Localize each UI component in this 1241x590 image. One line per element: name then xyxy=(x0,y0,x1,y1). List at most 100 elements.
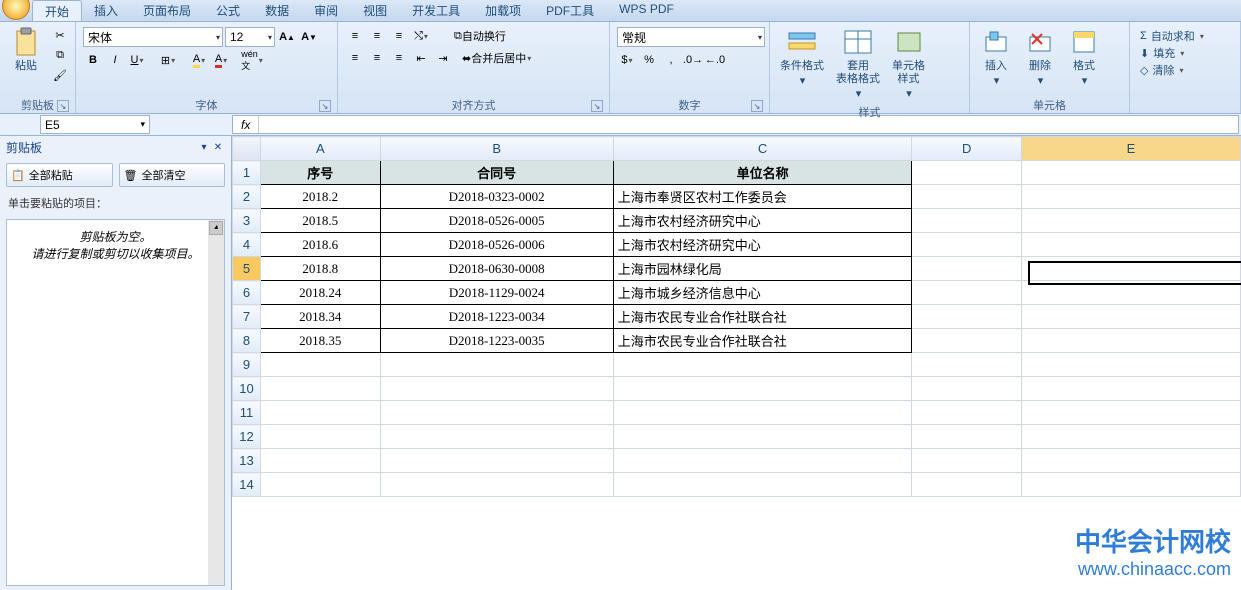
cell-C8[interactable]: 上海市农民专业合作社联合社 xyxy=(613,329,912,353)
cell-B9[interactable] xyxy=(380,353,613,377)
cell-D3[interactable] xyxy=(912,209,1022,233)
col-header-A[interactable]: A xyxy=(260,137,380,161)
cell-B8[interactable]: D2018-1223-0035 xyxy=(380,329,613,353)
cell-C12[interactable] xyxy=(613,425,912,449)
col-header-E[interactable]: E xyxy=(1021,137,1240,161)
row-header-6[interactable]: 6 xyxy=(233,281,261,305)
cell-A14[interactable] xyxy=(260,473,380,497)
col-header-B[interactable]: B xyxy=(380,137,613,161)
formula-bar[interactable]: fx xyxy=(232,115,1239,134)
merge-center-button[interactable]: ⬌ 合并后居中▾ xyxy=(455,49,538,67)
pin-icon[interactable]: ▾ xyxy=(197,141,211,155)
format-painter-button[interactable]: 🖌 xyxy=(50,66,70,84)
cell-E2[interactable] xyxy=(1021,185,1240,209)
cell-E3[interactable] xyxy=(1021,209,1240,233)
row-header-9[interactable]: 9 xyxy=(233,353,261,377)
cell-A5[interactable]: 2018.8 xyxy=(260,257,380,281)
cell-A4[interactable]: 2018.6 xyxy=(260,233,380,257)
orientation-button[interactable]: ⤭▾ xyxy=(411,27,431,45)
fill-color-button[interactable]: A▾ xyxy=(189,51,209,69)
cell-C5[interactable]: 上海市园林绿化局 xyxy=(613,257,912,281)
tab-5[interactable]: 审阅 xyxy=(302,0,351,21)
currency-button[interactable]: $▾ xyxy=(617,51,637,69)
cell-E7[interactable] xyxy=(1021,305,1240,329)
cell-B3[interactable]: D2018-0526-0005 xyxy=(380,209,613,233)
copy-button[interactable]: ⧉ xyxy=(50,46,70,64)
cell-E4[interactable] xyxy=(1021,233,1240,257)
cell-A9[interactable] xyxy=(260,353,380,377)
font-size-combo[interactable]: 12▾ xyxy=(225,27,275,47)
tab-4[interactable]: 数据 xyxy=(253,0,302,21)
cell-C1[interactable]: 单位名称 xyxy=(613,161,912,185)
cell-C9[interactable] xyxy=(613,353,912,377)
cut-button[interactable]: ✂ xyxy=(50,26,70,44)
cell-B4[interactable]: D2018-0526-0006 xyxy=(380,233,613,257)
cell-C7[interactable]: 上海市农民专业合作社联合社 xyxy=(613,305,912,329)
wrap-text-button[interactable]: ⧉ 自动换行 xyxy=(447,27,513,45)
row-header-5[interactable]: 5 xyxy=(233,257,261,281)
cell-B1[interactable]: 合同号 xyxy=(380,161,613,185)
percent-button[interactable]: % xyxy=(639,51,659,69)
shrink-font-button[interactable]: A▼ xyxy=(299,28,319,46)
insert-button[interactable]: 插入▾ xyxy=(974,24,1018,90)
clear-all-button[interactable]: 🗑全部清空 xyxy=(119,163,226,187)
delete-button[interactable]: 删除▾ xyxy=(1018,24,1062,90)
tab-2[interactable]: 页面布局 xyxy=(131,0,204,21)
cell-B10[interactable] xyxy=(380,377,613,401)
cell-C3[interactable]: 上海市农村经济研究中心 xyxy=(613,209,912,233)
fx-icon[interactable]: fx xyxy=(233,116,259,133)
close-icon[interactable]: ✕ xyxy=(211,141,225,155)
cell-E10[interactable] xyxy=(1021,377,1240,401)
name-box[interactable]: E5▾ xyxy=(40,115,150,134)
italic-button[interactable]: I xyxy=(105,51,125,69)
cell-A2[interactable]: 2018.2 xyxy=(260,185,380,209)
font-color-button[interactable]: A▾ xyxy=(211,51,231,69)
tab-0[interactable]: 开始 xyxy=(32,0,82,21)
borders-button[interactable]: ⊞▾ xyxy=(158,51,178,69)
cell-C11[interactable] xyxy=(613,401,912,425)
align-center-button[interactable]: ≡ xyxy=(367,49,387,67)
clear-button[interactable]: ◇清除▾ xyxy=(1140,62,1204,78)
cell-B5[interactable]: D2018-0630-0008 xyxy=(380,257,613,281)
align-middle-button[interactable]: ≡ xyxy=(367,27,387,45)
cell-E12[interactable] xyxy=(1021,425,1240,449)
cell-D2[interactable] xyxy=(912,185,1022,209)
cell-E14[interactable] xyxy=(1021,473,1240,497)
format-button[interactable]: 格式▾ xyxy=(1062,24,1106,90)
cell-E8[interactable] xyxy=(1021,329,1240,353)
col-header-D[interactable]: D xyxy=(912,137,1022,161)
row-header-11[interactable]: 11 xyxy=(233,401,261,425)
comma-button[interactable]: , xyxy=(661,51,681,69)
cond-format-button[interactable]: 条件格式▾ xyxy=(774,24,830,90)
paste-button[interactable]: 粘贴 xyxy=(4,24,48,75)
autosum-button[interactable]: Σ自动求和▾ xyxy=(1140,28,1204,44)
bold-button[interactable]: B xyxy=(83,51,103,69)
font-name-combo[interactable]: 宋体▾ xyxy=(83,27,223,47)
tab-7[interactable]: 开发工具 xyxy=(400,0,473,21)
cell-C4[interactable]: 上海市农村经济研究中心 xyxy=(613,233,912,257)
cell-A1[interactable]: 序号 xyxy=(260,161,380,185)
inc-decimal-button[interactable]: .0→ xyxy=(683,51,703,69)
cell-C10[interactable] xyxy=(613,377,912,401)
cell-A10[interactable] xyxy=(260,377,380,401)
select-all-corner[interactable] xyxy=(233,137,261,161)
cell-D1[interactable] xyxy=(912,161,1022,185)
cell-B6[interactable]: D2018-1129-0024 xyxy=(380,281,613,305)
cell-A6[interactable]: 2018.24 xyxy=(260,281,380,305)
cell-D6[interactable] xyxy=(912,281,1022,305)
row-header-3[interactable]: 3 xyxy=(233,209,261,233)
number-dialog-launcher[interactable]: ↘ xyxy=(751,100,763,112)
cell-A8[interactable]: 2018.35 xyxy=(260,329,380,353)
row-header-4[interactable]: 4 xyxy=(233,233,261,257)
cell-B2[interactable]: D2018-0323-0002 xyxy=(380,185,613,209)
cell-B7[interactable]: D2018-1223-0034 xyxy=(380,305,613,329)
row-header-1[interactable]: 1 xyxy=(233,161,261,185)
align-dialog-launcher[interactable]: ↘ xyxy=(591,100,603,112)
cell-D9[interactable] xyxy=(912,353,1022,377)
cell-E13[interactable] xyxy=(1021,449,1240,473)
tab-6[interactable]: 视图 xyxy=(351,0,400,21)
row-header-13[interactable]: 13 xyxy=(233,449,261,473)
cell-E11[interactable] xyxy=(1021,401,1240,425)
cell-A3[interactable]: 2018.5 xyxy=(260,209,380,233)
cell-E9[interactable] xyxy=(1021,353,1240,377)
